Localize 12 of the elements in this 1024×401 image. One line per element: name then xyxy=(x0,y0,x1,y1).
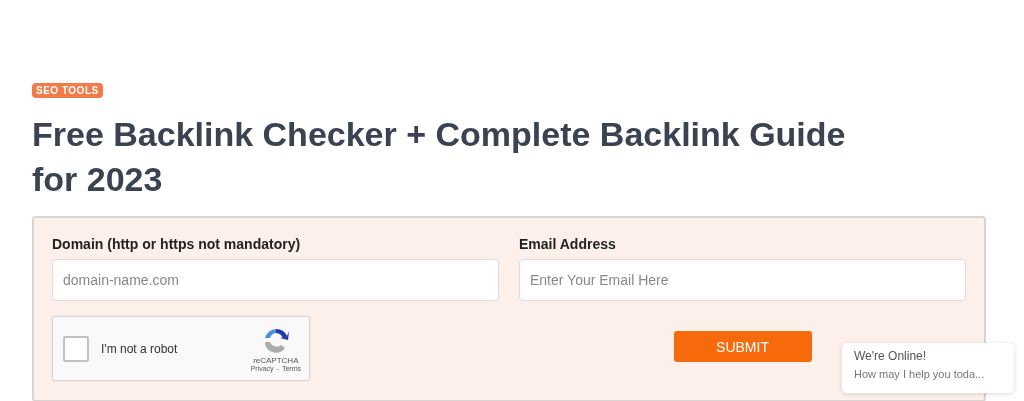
chat-title: We're Online! xyxy=(854,349,928,363)
recaptcha-brand: reCAPTCHA xyxy=(253,355,299,365)
input-field[interactable]: Enter Your Email Here xyxy=(519,259,966,301)
chat-message: How may I help you toda... xyxy=(854,368,986,380)
captcha-label: I'm not a robot xyxy=(101,341,179,356)
field-label: Email Address xyxy=(519,236,617,252)
page-title: Free Backlink Checker + Complete Backlink Guide for 2023 xyxy=(32,114,847,200)
chat-popup[interactable]: We're Online! How may I help you toda... xyxy=(842,343,1014,393)
captcha-checkbox[interactable] xyxy=(63,335,89,362)
input-field[interactable]: domain-name.com xyxy=(52,259,499,301)
category-tag: SEO TOOLS xyxy=(32,83,103,98)
field-label: Domain (http or https not mandatory) xyxy=(52,236,302,252)
